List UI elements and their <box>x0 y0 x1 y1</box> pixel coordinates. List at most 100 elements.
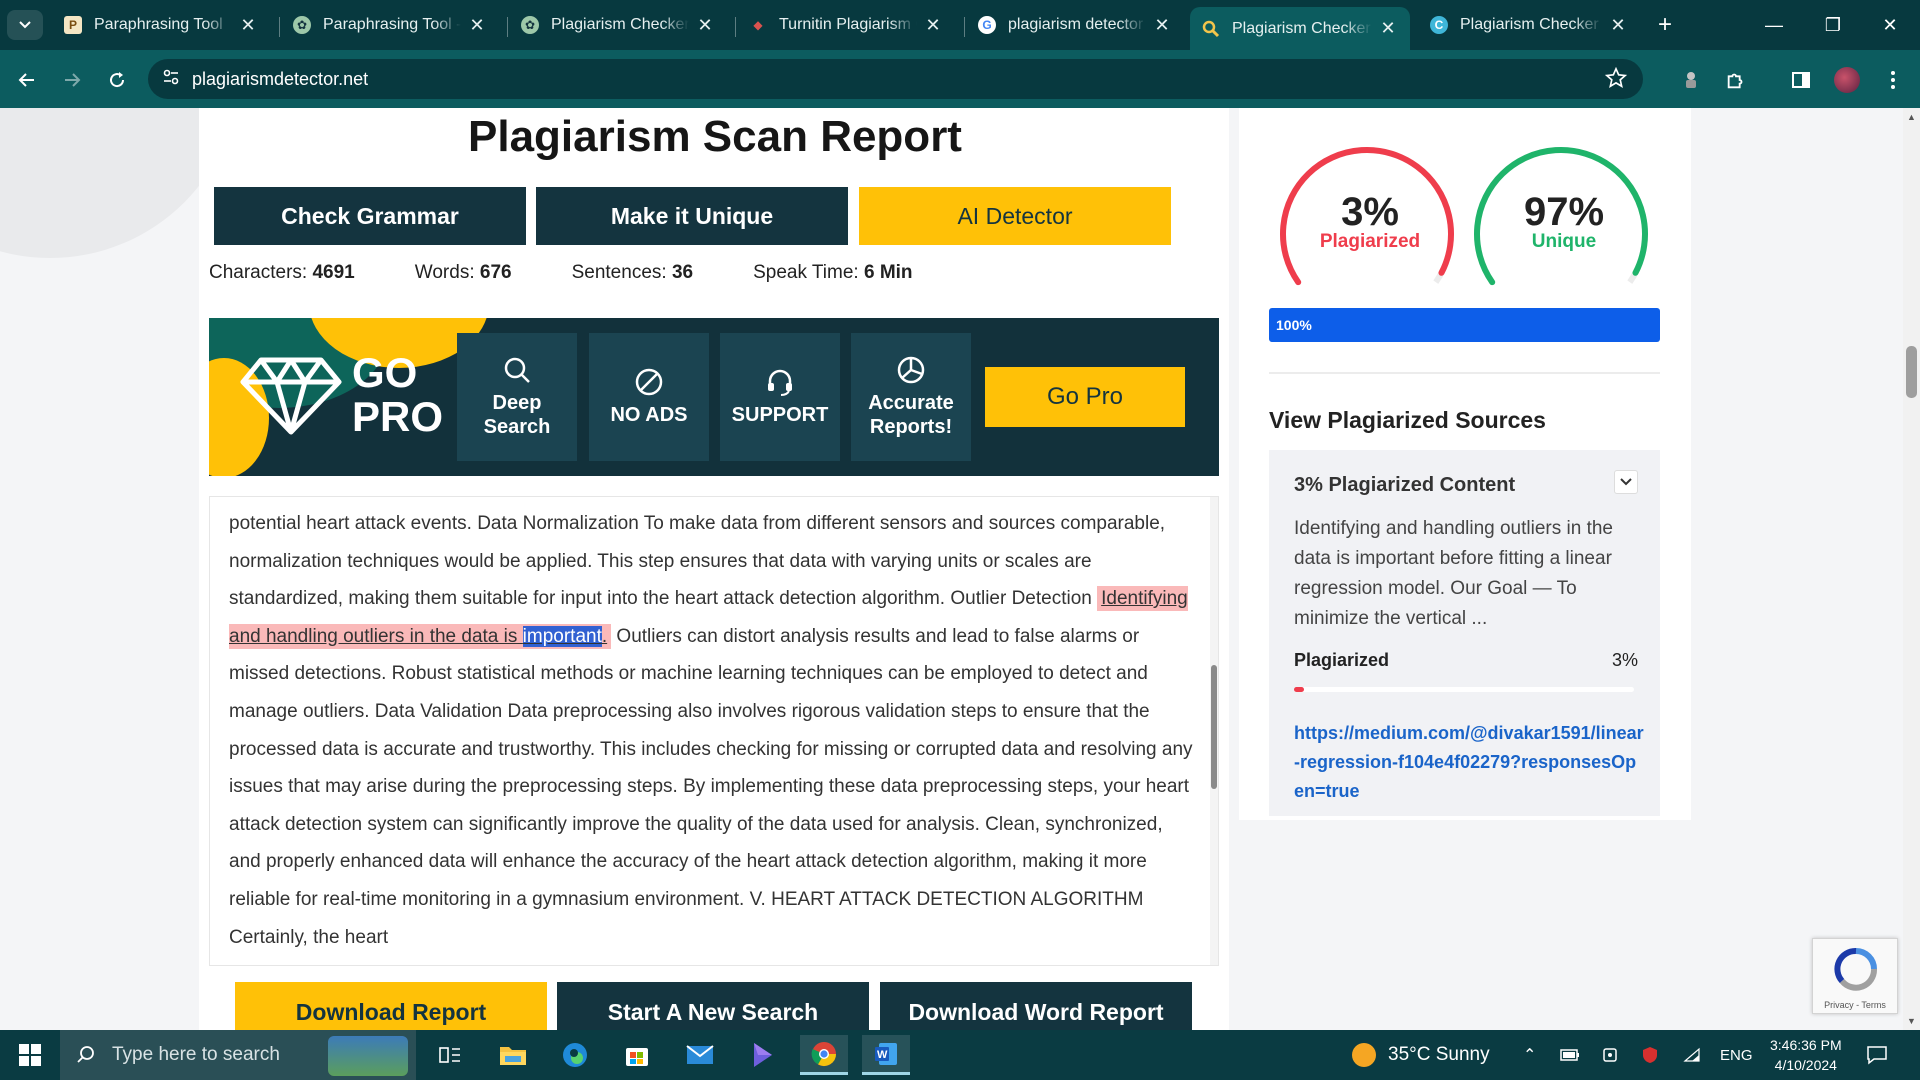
pie-chart-icon <box>897 356 925 384</box>
edge-browser-icon[interactable] <box>551 1035 599 1075</box>
selected-text: important <box>522 625 602 647</box>
security-icon[interactable] <box>1602 1030 1618 1080</box>
site-settings-icon[interactable] <box>162 68 180 91</box>
minimize-button[interactable]: — <box>1754 10 1794 40</box>
tab-strip: P Paraphrasing Tool ✕ ✿ Paraphrasing Too… <box>0 0 1920 50</box>
taskbar-search-box[interactable]: Type here to search <box>60 1030 416 1080</box>
chevron-up-icon[interactable]: ⌃ <box>1523 1030 1536 1080</box>
diamond-icon <box>239 356 343 441</box>
headset-icon <box>768 369 792 396</box>
tab-paraphrasing-tool-chat[interactable]: ✿ Paraphrasing Tool - C ✕ <box>281 7 499 43</box>
sentences-stat: Sentences: 36 <box>571 262 694 283</box>
download-report-button[interactable]: Download Report <box>235 982 547 1030</box>
task-view-icon[interactable] <box>426 1035 474 1075</box>
tab-paraphrasing-tool[interactable]: P Paraphrasing Tool ✕ <box>52 7 270 43</box>
go-pro-text: GO PRO <box>352 349 444 440</box>
recaptcha-badge[interactable]: Privacy - Terms <box>1812 938 1898 1014</box>
extensions-puzzle-icon[interactable] <box>1721 65 1751 95</box>
address-bar[interactable]: plagiarismdetector.net <box>148 59 1643 99</box>
scan-progress-bar: 100% <box>1269 308 1660 342</box>
language-indicator[interactable]: ENG <box>1720 1030 1753 1080</box>
scan-progress-fill: 100% <box>1269 308 1660 342</box>
search-icon <box>77 1046 94 1063</box>
page-viewport: Plagiarism Scan Report Check Grammar Mak… <box>0 108 1920 1030</box>
page-scrollbar[interactable]: ▲ ▼ <box>1903 108 1920 1030</box>
text-scrollbar[interactable] <box>1210 497 1218 965</box>
make-unique-button[interactable]: Make it Unique <box>536 187 848 245</box>
close-tab-icon[interactable]: ✕ <box>238 15 258 36</box>
recaptcha-icon <box>1834 948 1877 991</box>
profile-avatar[interactable] <box>1832 65 1862 95</box>
menu-kebab-icon[interactable] <box>1878 65 1908 95</box>
sources-title: View Plagiarized Sources <box>1269 407 1546 433</box>
restore-button[interactable]: ❐ <box>1813 10 1853 40</box>
close-tab-icon[interactable]: ✕ <box>1378 18 1398 39</box>
tab-plagiarism-checker-active[interactable]: Plagiarism Checker F ✕ <box>1190 7 1410 50</box>
go-pro-button[interactable]: Go Pro <box>985 367 1185 427</box>
bookmark-star-icon[interactable] <box>1604 66 1628 94</box>
start-new-search-button[interactable]: Start A New Search <box>557 982 869 1030</box>
feature-accurate-reports: Accurate Reports! <box>851 333 971 461</box>
mail-icon[interactable] <box>676 1035 724 1075</box>
scanned-text-box[interactable]: potential heart attack events. Data Norm… <box>209 496 1219 966</box>
sun-icon <box>1352 1043 1376 1067</box>
chevron-down-icon[interactable] <box>1614 470 1638 494</box>
chatgpt-favicon-icon: ✿ <box>521 16 539 34</box>
svg-text:W: W <box>877 1049 888 1061</box>
unique-gauge-label: 97% Unique <box>1523 190 1605 252</box>
reload-button[interactable] <box>102 65 132 95</box>
url-text: plagiarismdetector.net <box>192 68 369 89</box>
source-link[interactable]: https://medium.com/@divakar1591/linear-r… <box>1294 719 1644 806</box>
plagiarized-source-card: 3% Plagiarized Content Identifying and h… <box>1269 450 1660 816</box>
tab-turnitin[interactable]: ◆ Turnitin Plagiarism C ✕ <box>737 7 955 43</box>
tab-search-button[interactable] <box>7 10 43 40</box>
paraphrasing-tool-favicon-icon: P <box>64 16 82 34</box>
close-tab-icon[interactable]: ✕ <box>1608 15 1628 36</box>
text-scrollbar-thumb[interactable] <box>1211 665 1217 789</box>
plagiarized-gauge-label: 3% Plagiarized <box>1319 190 1421 252</box>
feature-support: SUPPORT <box>720 333 840 461</box>
page-scrollbar-thumb[interactable] <box>1906 346 1917 398</box>
magnifier-favicon-icon <box>1202 20 1220 38</box>
microsoft-store-icon[interactable] <box>613 1035 661 1075</box>
media-app-icon[interactable] <box>738 1035 786 1075</box>
chatgpt-favicon-icon: ✿ <box>293 16 311 34</box>
tab-google-search[interactable]: G plagiarism detector r ✕ <box>966 7 1184 43</box>
battery-icon[interactable] <box>1560 1030 1580 1080</box>
scanned-text: potential heart attack events. Data Norm… <box>229 513 1193 948</box>
side-panel-icon[interactable] <box>1786 65 1816 95</box>
close-tab-icon[interactable]: ✕ <box>1152 15 1172 36</box>
words-stat: Words: 676 <box>414 262 512 283</box>
new-tab-button[interactable]: + <box>1651 12 1679 40</box>
source-excerpt: Identifying and handling outliers in the… <box>1294 518 1614 629</box>
notifications-icon[interactable] <box>1866 1030 1888 1080</box>
source-plagiarized-value: 3% <box>1611 650 1638 670</box>
tab-plagiarism-checker-2[interactable]: C Plagiarism Checker | ✕ <box>1418 7 1640 43</box>
extension-icon[interactable] <box>1676 65 1706 95</box>
back-button[interactable] <box>12 65 42 95</box>
windows-start-button[interactable] <box>6 1035 54 1075</box>
download-word-report-button[interactable]: Download Word Report <box>880 982 1192 1030</box>
system-clock[interactable]: 3:46:36 PM 4/10/2024 <box>1770 1030 1842 1080</box>
forward-button[interactable] <box>57 65 87 95</box>
word-taskbar-icon[interactable]: W <box>862 1035 910 1075</box>
close-window-button[interactable]: ✕ <box>1870 10 1910 40</box>
close-tab-icon[interactable]: ✕ <box>695 15 715 36</box>
ai-detector-button[interactable]: AI Detector <box>859 187 1171 245</box>
tab-plagiarism-checker-chat[interactable]: ✿ Plagiarism Checker - ✕ <box>509 7 727 43</box>
weather-widget[interactable]: 35°C Sunny <box>1352 1030 1490 1080</box>
characters-stat: Characters: 4691 <box>209 262 355 283</box>
search-highlight-image <box>328 1036 408 1076</box>
file-explorer-icon[interactable] <box>489 1035 537 1075</box>
no-ads-icon <box>635 368 663 396</box>
chrome-taskbar-icon[interactable] <box>800 1035 848 1075</box>
sidebar-divider <box>1269 372 1660 374</box>
close-tab-icon[interactable]: ✕ <box>923 15 943 36</box>
close-tab-icon[interactable]: ✕ <box>467 15 487 36</box>
go-pro-banner: GO PRO Deep Search NO ADS SUPPORT Accura… <box>209 318 1219 476</box>
wifi-icon[interactable] <box>1683 1030 1701 1080</box>
search-icon <box>504 357 530 383</box>
check-grammar-button[interactable]: Check Grammar <box>214 187 526 245</box>
feature-deep-search: Deep Search <box>457 333 577 461</box>
antivirus-shield-icon[interactable] <box>1642 1030 1658 1080</box>
